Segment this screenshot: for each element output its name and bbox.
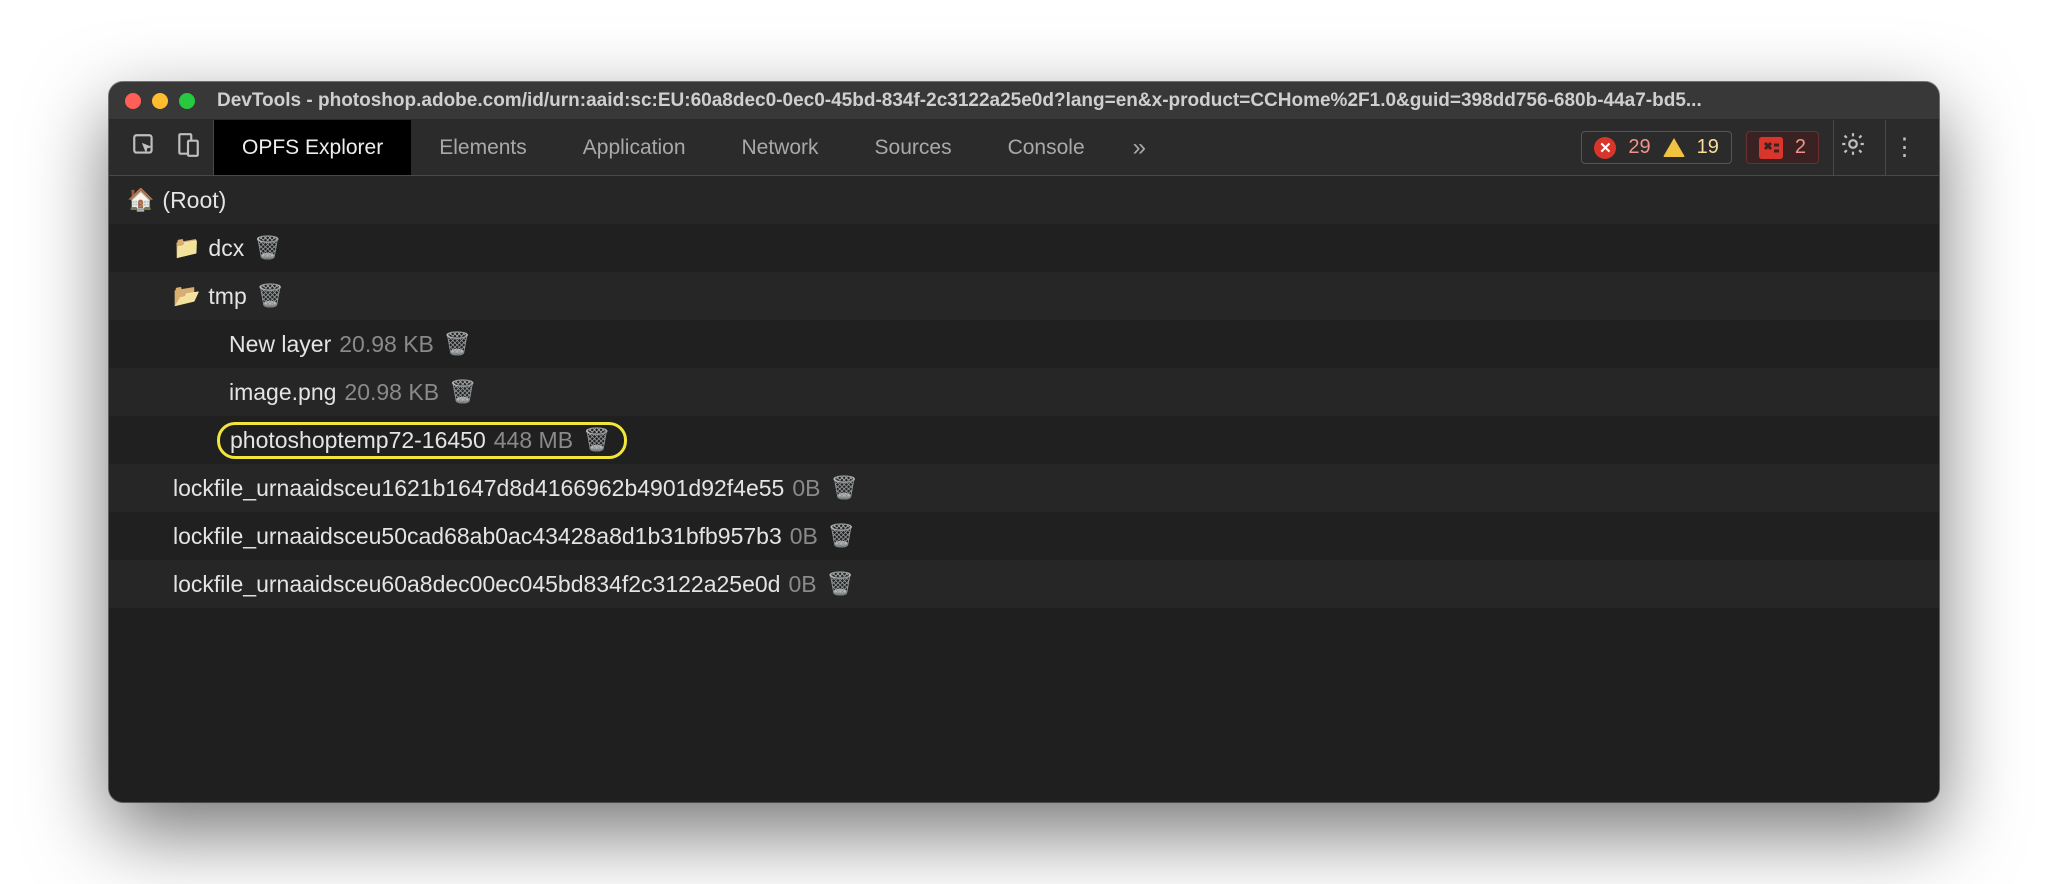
tab-elements[interactable]: Elements: [411, 120, 555, 175]
warning-count: 19: [1697, 136, 1719, 159]
devtools-tabstrip: OPFS Explorer Elements Application Netwo…: [109, 120, 1939, 176]
issue-icon: [1759, 137, 1783, 159]
issue-count: 2: [1795, 136, 1806, 159]
traffic-lights: [125, 93, 195, 109]
window-close-button[interactable]: [125, 93, 141, 109]
delete-icon[interactable]: 🗑️: [830, 475, 857, 501]
tabs-container: OPFS Explorer Elements Application Netwo…: [214, 120, 1113, 175]
tree-file[interactable]: lockfile_urnaaidsceu50cad68ab0ac43428a8d…: [109, 512, 1939, 560]
kebab-icon: ⋮: [1893, 133, 1917, 162]
folder-open-icon: 📂: [173, 283, 200, 309]
tab-opfs-explorer[interactable]: OPFS Explorer: [214, 120, 411, 175]
devtools-window: DevTools - photoshop.adobe.com/id/urn:aa…: [109, 82, 1939, 802]
window-title: DevTools - photoshop.adobe.com/id/urn:aa…: [217, 90, 1702, 112]
titlebar: DevTools - photoshop.adobe.com/id/urn:aa…: [109, 82, 1939, 120]
tree-file[interactable]: lockfile_urnaaidsceu1621b1647d8d4166962b…: [109, 464, 1939, 512]
gear-icon: [1840, 131, 1866, 164]
inspect-element-icon[interactable]: [131, 132, 157, 164]
warning-icon: [1663, 138, 1685, 157]
settings-button[interactable]: [1833, 120, 1871, 175]
delete-icon[interactable]: 🗑️: [828, 523, 855, 549]
tree-file-highlighted[interactable]: photoshoptemp72-16450 448 MB 🗑️: [109, 416, 1939, 464]
tab-network[interactable]: Network: [714, 120, 847, 175]
tab-sources[interactable]: Sources: [847, 120, 980, 175]
folder-icon: 📁: [173, 235, 200, 261]
root-label: (Root): [162, 187, 226, 214]
tab-console[interactable]: Console: [980, 120, 1113, 175]
more-tabs-button[interactable]: »: [1113, 120, 1166, 175]
tree-file[interactable]: New layer 20.98 KB 🗑️: [109, 320, 1939, 368]
delete-icon[interactable]: 🗑️: [449, 379, 476, 405]
delete-icon[interactable]: 🗑️: [254, 235, 281, 261]
delete-icon[interactable]: 🗑️: [827, 571, 854, 597]
house-icon: 🏠: [127, 187, 154, 213]
tabstrip-status-area: ✕ 29 19 2 ⋮: [1581, 120, 1929, 175]
errors-warnings-badge[interactable]: ✕ 29 19: [1581, 131, 1732, 164]
more-options-button[interactable]: ⋮: [1885, 120, 1923, 175]
issues-badge[interactable]: 2: [1746, 131, 1819, 164]
tree-folder-tmp[interactable]: 📂 tmp 🗑️: [109, 272, 1939, 320]
tree-folder-dcx[interactable]: 📁 dcx 🗑️: [109, 224, 1939, 272]
delete-icon[interactable]: 🗑️: [444, 331, 471, 357]
delete-icon[interactable]: 🗑️: [583, 427, 610, 453]
window-maximize-button[interactable]: [179, 93, 195, 109]
device-toolbar-icon[interactable]: [175, 132, 201, 164]
tabstrip-tool-icons: [119, 120, 214, 175]
tree-file[interactable]: lockfile_urnaaidsceu60a8dec00ec045bd834f…: [109, 560, 1939, 608]
error-count: 29: [1628, 136, 1650, 159]
window-minimize-button[interactable]: [152, 93, 168, 109]
tree-root[interactable]: 🏠 (Root): [109, 176, 1939, 224]
delete-icon[interactable]: 🗑️: [257, 283, 284, 309]
opfs-tree: 🏠 (Root) 📁 dcx 🗑️ 📂 tmp 🗑️ New layer 20.…: [109, 176, 1939, 802]
highlight-ring: photoshoptemp72-16450 448 MB 🗑️: [217, 422, 627, 459]
tab-application[interactable]: Application: [555, 120, 714, 175]
error-icon: ✕: [1594, 137, 1616, 159]
tree-file[interactable]: image.png 20.98 KB 🗑️: [109, 368, 1939, 416]
